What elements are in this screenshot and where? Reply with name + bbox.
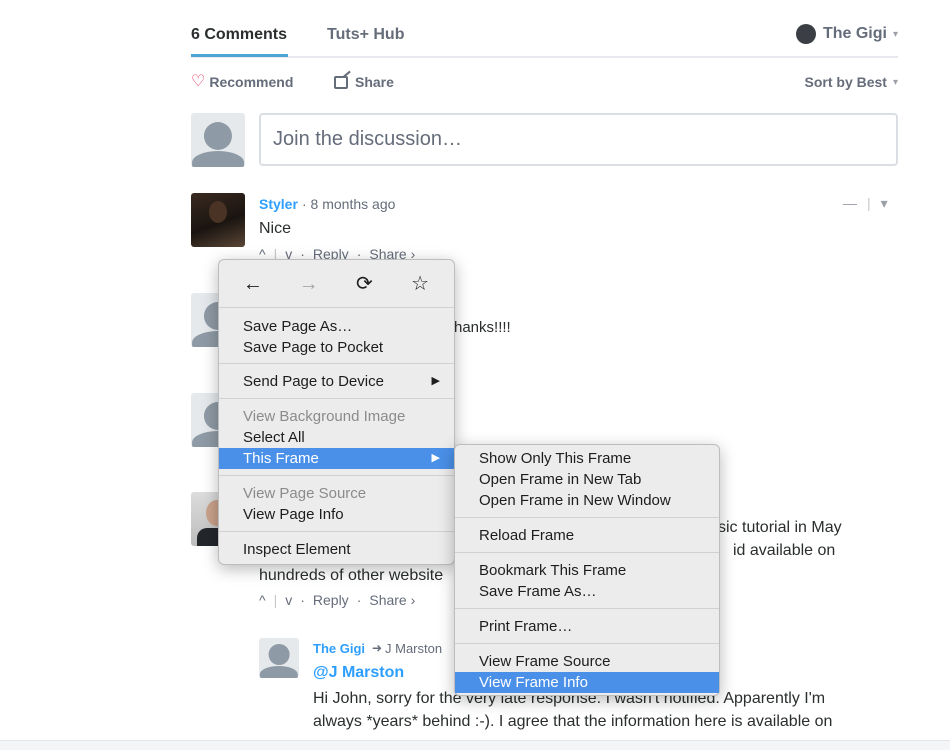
menu-separator — [219, 475, 454, 476]
menu-separator — [455, 517, 719, 518]
share-icon — [334, 75, 348, 89]
menu-item-view-page-info[interactable]: View Page Info — [219, 504, 454, 525]
menu-separator — [219, 531, 454, 532]
comment-body: Nice — [259, 220, 292, 237]
bookmark-star-icon[interactable]: ☆ — [405, 274, 435, 294]
avatar — [191, 113, 245, 167]
menu-item-view-background-image: View Background Image — [243, 408, 406, 425]
collapse-icon[interactable]: — — [843, 195, 857, 212]
sort-dropdown[interactable]: Sort by Best ▾ — [805, 74, 899, 90]
comment-author[interactable]: Styler — [259, 196, 298, 212]
menu-item-inspect-element[interactable]: Inspect Element — [219, 539, 454, 560]
comment-footer: ^ | v · Reply · Share › — [259, 592, 416, 608]
menu-separator — [455, 643, 719, 644]
recommend-label: Recommend — [209, 74, 294, 90]
menu-item-show-only-frame[interactable]: Show Only This Frame — [455, 448, 719, 469]
menu-item-select-all[interactable]: Select All — [219, 427, 454, 448]
menu-separator — [219, 307, 454, 308]
chevron-down-icon[interactable]: ▾ — [881, 195, 888, 212]
tab-comments[interactable]: 6 Comments — [191, 26, 289, 57]
share-label: Share — [355, 74, 394, 90]
comment-body: id available on — [733, 542, 836, 559]
avatar — [259, 638, 299, 678]
comment-body: sic tutorial in May — [718, 519, 842, 536]
comment-options[interactable]: — | ▾ — [843, 195, 888, 212]
menu-separator — [455, 552, 719, 553]
menu-item-reload-frame[interactable]: Reload Frame — [455, 525, 719, 546]
menu-item-bookmark-frame[interactable]: Bookmark This Frame — [455, 560, 719, 581]
forward-arrow-icon: → — [298, 273, 319, 295]
menu-item-open-frame-new-tab[interactable]: Open Frame in New Tab — [455, 469, 719, 490]
discussion-page: 6 Comments Tuts+ Hub The Gigi ▾ ♡ Recomm… — [0, 0, 950, 750]
reply-to-name[interactable]: J Marston — [385, 641, 442, 656]
bottom-scroll-edge — [0, 740, 950, 750]
menu-item-save-to-pocket[interactable]: Save Page to Pocket — [219, 337, 454, 358]
tab-tuts-hub[interactable]: Tuts+ Hub — [327, 26, 404, 44]
menu-item-print-frame[interactable]: Print Frame… — [455, 616, 719, 637]
frame-submenu: Show Only This Frame Open Frame in New T… — [454, 444, 720, 696]
comment-time[interactable]: · 8 months ago — [302, 196, 395, 212]
avatar[interactable] — [191, 193, 245, 247]
comment-body: hundreds of other website — [259, 567, 444, 584]
submenu-arrow-icon: ▶ — [431, 375, 440, 387]
reply-arrow-icon: ➜ — [372, 641, 383, 655]
upvote-icon[interactable]: ^ — [259, 592, 266, 608]
menu-item-label: Send Page to Device — [243, 373, 384, 390]
context-nav-row: ← → ⟳ ☆ — [219, 266, 454, 302]
user-menu[interactable]: The Gigi ▾ — [795, 24, 898, 44]
menu-item-view-frame-info[interactable]: View Frame Info — [455, 672, 719, 693]
reply-link[interactable]: Reply — [313, 592, 349, 608]
share-button[interactable]: Share — [334, 74, 394, 90]
menu-item-view-frame-source[interactable]: View Frame Source — [455, 651, 719, 672]
discussion-input[interactable] — [261, 115, 896, 164]
menu-separator — [455, 608, 719, 609]
menu-item-save-frame-as[interactable]: Save Frame As… — [455, 581, 719, 602]
back-arrow-icon[interactable]: ← — [238, 274, 268, 294]
menu-item-open-frame-new-window[interactable]: Open Frame in New Window — [455, 490, 719, 511]
user-avatar — [795, 24, 816, 44]
menu-item-view-page-source: View Page Source — [243, 485, 367, 502]
comment-composer[interactable] — [259, 113, 898, 166]
menu-item-save-page-as[interactable]: Save Page As… — [219, 316, 454, 337]
comment-body: hanks!!!! — [454, 319, 511, 336]
mention[interactable]: @J Marston — [313, 664, 404, 682]
action-bar: ♡ Recommend Share Sort by Best ▾ — [191, 72, 898, 92]
downvote-icon[interactable]: v — [285, 592, 292, 608]
menu-item-this-frame[interactable]: This Frame ▶ — [219, 448, 454, 469]
submenu-arrow-icon: ▶ — [431, 452, 440, 464]
context-menu: ← → ⟳ ☆ Save Page As… Save Page to Pocke… — [218, 259, 455, 565]
tab-bar: 6 Comments Tuts+ Hub The Gigi ▾ — [191, 22, 898, 58]
user-name: The Gigi — [822, 25, 887, 42]
share-link[interactable]: Share › — [369, 592, 415, 608]
menu-separator — [219, 363, 454, 364]
reload-icon[interactable]: ⟳ — [349, 274, 379, 294]
chevron-down-icon: ▾ — [892, 28, 898, 40]
comment-body: always *years* behind :-). I agree that … — [313, 713, 833, 730]
heart-icon: ♡ — [191, 73, 206, 90]
sort-label: Sort by Best — [804, 74, 887, 90]
menu-separator — [219, 398, 454, 399]
recommend-button[interactable]: ♡ Recommend — [191, 73, 294, 91]
chevron-down-icon: ▾ — [892, 76, 898, 88]
comment-author[interactable]: The Gigi — [313, 641, 365, 656]
menu-item-label: This Frame — [243, 450, 319, 467]
menu-item-send-to-device[interactable]: Send Page to Device ▶ — [219, 371, 454, 392]
